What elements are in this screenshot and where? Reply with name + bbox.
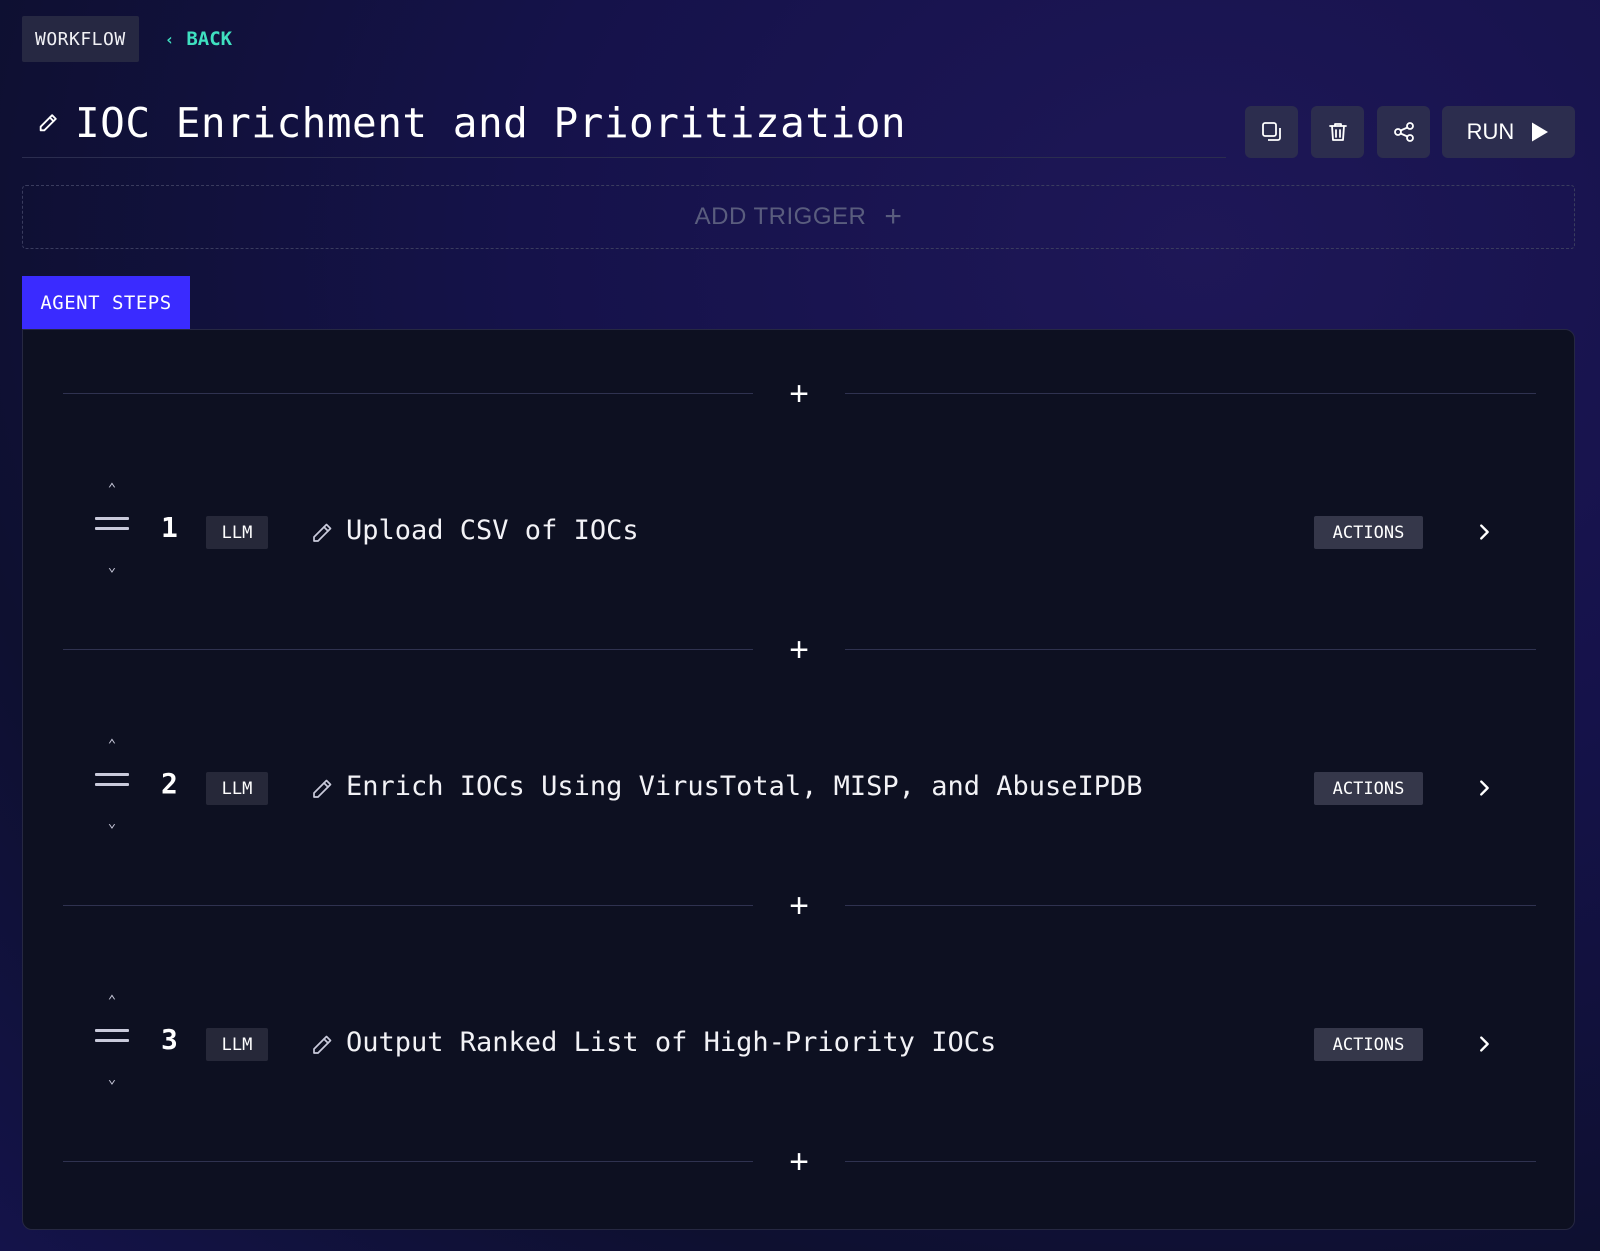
drag-handle-icon[interactable] <box>95 1029 129 1049</box>
breadcrumb-workflow[interactable]: WORKFLOW <box>22 16 139 62</box>
top-bar: WORKFLOW ‹ BACK <box>22 16 232 62</box>
move-down-icon[interactable]: ⌄ <box>95 559 129 575</box>
step-name[interactable]: Output Ranked List of High-Priority IOCs <box>346 1027 996 1058</box>
step-reorder-controls: ⌃ ⌄ <box>95 481 129 581</box>
move-up-icon[interactable]: ⌃ <box>95 993 129 1009</box>
move-down-icon[interactable]: ⌄ <box>95 815 129 831</box>
share-icon <box>1393 122 1414 142</box>
step-name[interactable]: Enrich IOCs Using VirusTotal, MISP, and … <box>346 771 1143 802</box>
step-row: ⌃ ⌄ 2 LLM Enrich IOCs Using VirusTotal, … <box>23 737 1574 837</box>
share-button[interactable] <box>1377 106 1430 158</box>
plus-icon: + <box>884 200 903 233</box>
step-type-badge: LLM <box>206 772 268 805</box>
edit-title-pencil-icon[interactable] <box>37 112 59 134</box>
step-reorder-controls: ⌃ ⌄ <box>95 737 129 837</box>
back-link[interactable]: ‹ BACK <box>165 28 232 50</box>
step-number: 2 <box>161 767 178 800</box>
step-actions-button[interactable]: ACTIONS <box>1314 516 1423 549</box>
step-type-badge: LLM <box>206 516 268 549</box>
add-trigger-label: ADD TRIGGER <box>694 203 867 230</box>
trash-icon <box>1328 123 1347 141</box>
toolbar <box>1245 106 1430 158</box>
add-trigger-button[interactable]: ADD TRIGGER + <box>22 185 1575 249</box>
move-up-icon[interactable]: ⌃ <box>95 737 129 753</box>
add-step-divider: + <box>63 375 1536 413</box>
chevron-right-icon[interactable] <box>1473 1033 1495 1055</box>
tab-agent-steps[interactable]: AGENT STEPS <box>22 276 190 329</box>
add-step-divider: + <box>63 631 1536 669</box>
chevron-right-icon[interactable] <box>1473 521 1495 543</box>
step-row: ⌃ ⌄ 1 LLM Upload CSV of IOCs ACTIONS <box>23 481 1574 581</box>
run-button[interactable]: RUN <box>1442 106 1575 158</box>
copy-icon <box>1261 122 1281 141</box>
step-actions-button[interactable]: ACTIONS <box>1314 1028 1423 1061</box>
play-icon <box>1532 122 1549 142</box>
chevron-left-icon: ‹ <box>164 29 175 49</box>
drag-handle-icon[interactable] <box>95 773 129 793</box>
step-actions-button[interactable]: ACTIONS <box>1314 772 1423 805</box>
edit-step-pencil-icon[interactable] <box>310 777 334 801</box>
edit-step-pencil-icon[interactable] <box>310 1033 334 1057</box>
drag-handle-icon[interactable] <box>95 517 129 537</box>
delete-button[interactable] <box>1311 106 1364 158</box>
title-row: IOC Enrichment and Prioritization <box>22 88 1226 158</box>
chevron-right-icon[interactable] <box>1473 777 1495 799</box>
add-step-divider: + <box>63 887 1536 925</box>
step-reorder-controls: ⌃ ⌄ <box>95 993 129 1093</box>
back-label: BACK <box>186 28 233 50</box>
step-name[interactable]: Upload CSV of IOCs <box>346 515 639 546</box>
duplicate-button[interactable] <box>1245 106 1298 158</box>
edit-step-pencil-icon[interactable] <box>310 521 334 545</box>
step-type-badge: LLM <box>206 1028 268 1061</box>
step-row: ⌃ ⌄ 3 LLM Output Ranked List of High-Pri… <box>23 993 1574 1093</box>
step-number: 3 <box>161 1023 178 1056</box>
add-step-button[interactable]: + <box>779 375 819 413</box>
add-step-button[interactable]: + <box>779 1143 819 1181</box>
add-step-button[interactable]: + <box>779 887 819 925</box>
agent-steps-panel: + ⌃ ⌄ 1 LLM Upload CSV of IOCs ACTIONS +… <box>22 329 1575 1230</box>
step-number: 1 <box>161 511 178 544</box>
move-down-icon[interactable]: ⌄ <box>95 1071 129 1087</box>
run-label: RUN <box>1466 119 1515 144</box>
add-step-divider: + <box>63 1143 1536 1181</box>
add-step-button[interactable]: + <box>779 631 819 669</box>
move-up-icon[interactable]: ⌃ <box>95 481 129 497</box>
page-title[interactable]: IOC Enrichment and Prioritization <box>75 99 906 147</box>
